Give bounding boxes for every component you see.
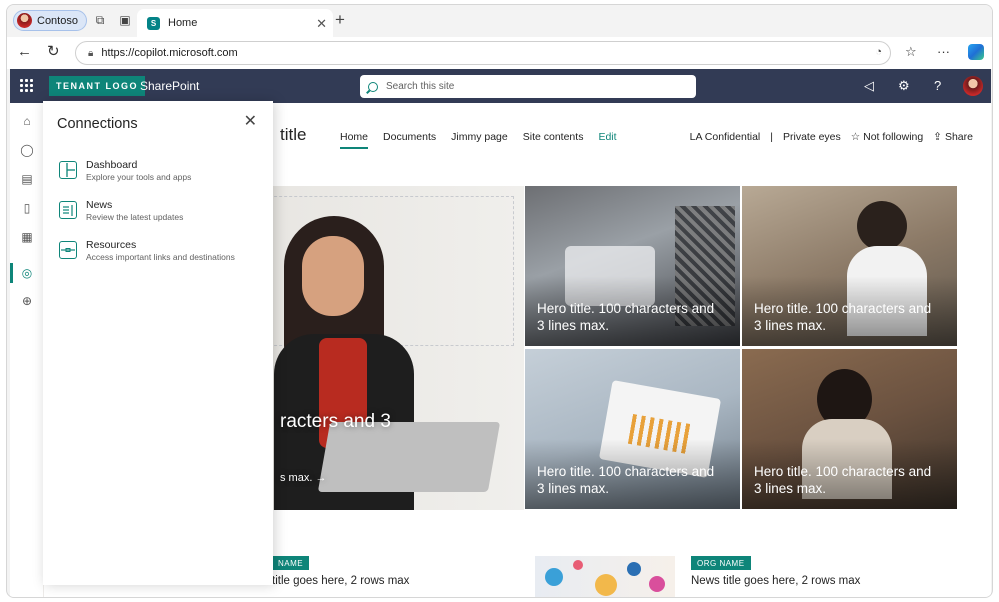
connection-description: Review the latest updates xyxy=(86,212,184,222)
sharepoint-favicon-icon: S xyxy=(147,16,160,30)
news-icon xyxy=(59,201,77,219)
help-icon[interactable]: ? xyxy=(934,79,941,93)
tab-actions-icon[interactable]: ▣ xyxy=(118,13,132,27)
connection-item-resources[interactable]: Resources Access important links and des… xyxy=(59,239,259,273)
hero-tile[interactable]: Hero title. 100 characters and 3 lines m… xyxy=(525,186,740,346)
briefcase-icon xyxy=(59,241,77,259)
app-launcher-icon[interactable] xyxy=(20,79,34,93)
connections-icon[interactable]: ◎ xyxy=(19,265,35,281)
follow-label: Not following xyxy=(863,131,924,143)
url-text: https://copilot.microsoft.com xyxy=(101,47,238,59)
connection-description: Explore your tools and apps xyxy=(86,172,192,182)
hero-tile-caption: Hero title. 100 characters and 3 lines m… xyxy=(754,464,932,496)
url-field[interactable]: 🔒︎ https://copilot.microsoft.com ◔ xyxy=(75,41,891,65)
hero-main-subcaption: s max. → xyxy=(280,472,327,484)
hero-tile-caption: Hero title. 100 characters and 3 lines m… xyxy=(537,464,715,496)
copilot-icon[interactable] xyxy=(968,44,984,60)
news-thumbnail-image[interactable] xyxy=(535,556,675,597)
gear-icon[interactable]: ⚙ xyxy=(898,79,910,93)
search-placeholder: Search this site xyxy=(386,81,455,92)
nav-site-contents[interactable]: Site contents xyxy=(523,131,584,149)
meta-separator: | xyxy=(770,131,773,143)
tab-home[interactable]: S Home ✕ xyxy=(137,9,333,37)
tab-title: Home xyxy=(168,17,198,29)
close-icon[interactable]: ✕ xyxy=(244,114,257,130)
document-icon[interactable]: ▯ xyxy=(19,200,35,216)
tab-bar: Contoso ⧉ ▣ S Home ✕ + xyxy=(7,5,992,37)
connections-panel: Connections ✕ Dashboard Explore your too… xyxy=(43,101,273,585)
site-navigation: Home Documents Jimmy page Site contents … xyxy=(340,131,617,149)
lock-icon: 🔒︎ xyxy=(88,47,94,59)
profile-name: Contoso xyxy=(37,14,78,27)
user-avatar[interactable] xyxy=(963,76,983,96)
site-title: title xyxy=(280,125,307,144)
news-title[interactable]: News title goes here, 2 rows max xyxy=(691,575,860,587)
connection-name: Dashboard xyxy=(86,159,138,171)
org-badge: ORG NAME xyxy=(691,556,751,570)
globe-icon[interactable]: ◯ xyxy=(19,142,35,158)
address-bar-row: ← ↻ 🔒︎ https://copilot.microsoft.com ◔ ☆… xyxy=(7,37,992,69)
hero-tile[interactable]: Hero title. 100 characters and 3 lines m… xyxy=(525,349,740,509)
tracking-prevention-icon[interactable]: ◔ xyxy=(875,46,882,58)
nav-home[interactable]: Home xyxy=(340,131,369,149)
hero-main-caption: racters and 3 xyxy=(280,411,391,432)
connection-item-dashboard[interactable]: Dashboard Explore your tools and apps xyxy=(59,159,259,193)
hero-tile-caption: Hero title. 100 characters and 3 lines m… xyxy=(537,301,715,333)
hero-tile-caption: Hero title. 100 characters and 3 lines m… xyxy=(754,301,932,333)
privacy-label: Private eyes xyxy=(782,131,841,143)
app-name[interactable]: SharePoint xyxy=(140,79,199,93)
panel-title: Connections xyxy=(57,116,138,132)
star-icon: ☆ xyxy=(850,131,861,143)
add-icon[interactable]: ⊕ xyxy=(19,293,35,309)
suite-bar: TENANT LOGO SharePoint Search this site … xyxy=(10,69,991,103)
refresh-icon[interactable]: ↻ xyxy=(47,44,60,60)
profile-button[interactable]: Contoso xyxy=(13,10,87,31)
hero-tile[interactable]: Hero title. 100 characters and 3 lines m… xyxy=(742,186,957,346)
nav-jimmy-page[interactable]: Jimmy page xyxy=(451,131,508,149)
follow-button[interactable]: ☆ Not following xyxy=(851,131,923,143)
news-icon[interactable]: ▤ xyxy=(19,171,35,187)
new-tab-icon[interactable]: + xyxy=(335,11,345,29)
lists-icon[interactable]: ▦ xyxy=(19,229,35,245)
news-title[interactable]: title goes here, 2 rows max xyxy=(272,575,409,587)
close-tab-icon[interactable]: ✕ xyxy=(316,16,327,32)
back-arrow-icon[interactable]: ← xyxy=(17,44,32,60)
site-search-input[interactable]: Search this site xyxy=(360,75,696,98)
hero-tile[interactable]: Hero title. 100 characters and 3 lines m… xyxy=(742,349,957,509)
share-icon: ⇪ xyxy=(933,131,943,143)
site-meta: LA Confidential | Private eyes ☆ Not fol… xyxy=(690,131,973,143)
favorites-icon[interactable]: ☆ xyxy=(905,45,917,59)
search-icon xyxy=(368,81,378,92)
home-icon[interactable]: ⌂ xyxy=(19,113,35,129)
left-app-bar: ⌂ ◯ ▤ ▯ ▦ ◎ ⊕ xyxy=(10,103,44,597)
classification-label: LA Confidential xyxy=(689,131,761,143)
share-label: Share xyxy=(944,131,973,143)
megaphone-icon[interactable]: ◁ xyxy=(864,79,874,93)
nav-edit[interactable]: Edit xyxy=(598,131,616,149)
share-button[interactable]: ⇪ Share xyxy=(933,131,973,143)
connection-name: Resources xyxy=(86,239,137,251)
org-badge: NAME xyxy=(272,556,310,570)
connection-name: News xyxy=(86,199,113,211)
connection-item-news[interactable]: News Review the latest updates xyxy=(59,199,259,233)
workspaces-icon[interactable]: ⧉ xyxy=(93,13,107,27)
active-indicator xyxy=(10,263,13,283)
tenant-logo[interactable]: TENANT LOGO xyxy=(49,76,145,96)
more-options-icon[interactable]: ··· xyxy=(937,45,950,59)
arrow-right-icon: → xyxy=(315,472,327,484)
connection-description: Access important links and destinations xyxy=(86,252,235,262)
dashboard-icon xyxy=(59,161,77,179)
nav-documents[interactable]: Documents xyxy=(383,131,436,149)
profile-avatar xyxy=(17,13,32,28)
